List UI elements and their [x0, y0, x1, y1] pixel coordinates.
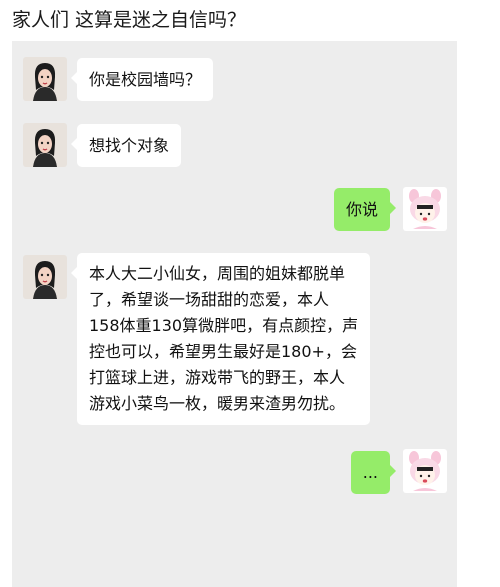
cartoon-bunny-avatar[interactable] — [403, 187, 447, 231]
chat-window[interactable]: 你是校园墙吗？ 想找个对象 你说 本人大二小仙女，周围的姐妹都脱单 了，希望谈一… — [12, 41, 457, 587]
message-line: 打篮球上进，游戏带飞的野王，本人 — [89, 368, 346, 387]
message-line: 本人大二小仙女，周围的姐妹都脱单 — [89, 264, 346, 283]
my-message-bubble[interactable]: ... — [350, 451, 397, 494]
message-bubble-long[interactable]: 本人大二小仙女，周围的姐妹都脱单 了，希望谈一场甜甜的恋爱，本人 158体重13… — [70, 253, 371, 425]
girl-avatar[interactable] — [23, 57, 67, 101]
message-line: 158体重130算微胖吧，有点颜控，声 — [89, 316, 359, 335]
my-message-bubble[interactable]: 你说 — [333, 188, 397, 231]
girl-avatar[interactable] — [23, 123, 67, 167]
cartoon-bunny-avatar[interactable] — [403, 449, 447, 493]
message-bubble[interactable]: 你是校园墙吗？ — [70, 58, 214, 101]
message-bubble[interactable]: 想找个对象 — [70, 124, 182, 167]
message-line: 控也可以，希望男生最好是180+，会 — [89, 342, 357, 361]
message-line: 了，希望谈一场甜甜的恋爱，本人 — [89, 290, 330, 309]
message-line: 游戏小菜鸟一枚，暖男来渣男勿扰。 — [89, 394, 346, 413]
girl-avatar[interactable] — [23, 255, 67, 299]
post-title: 家人们 这算是迷之自信吗？ — [12, 9, 247, 31]
